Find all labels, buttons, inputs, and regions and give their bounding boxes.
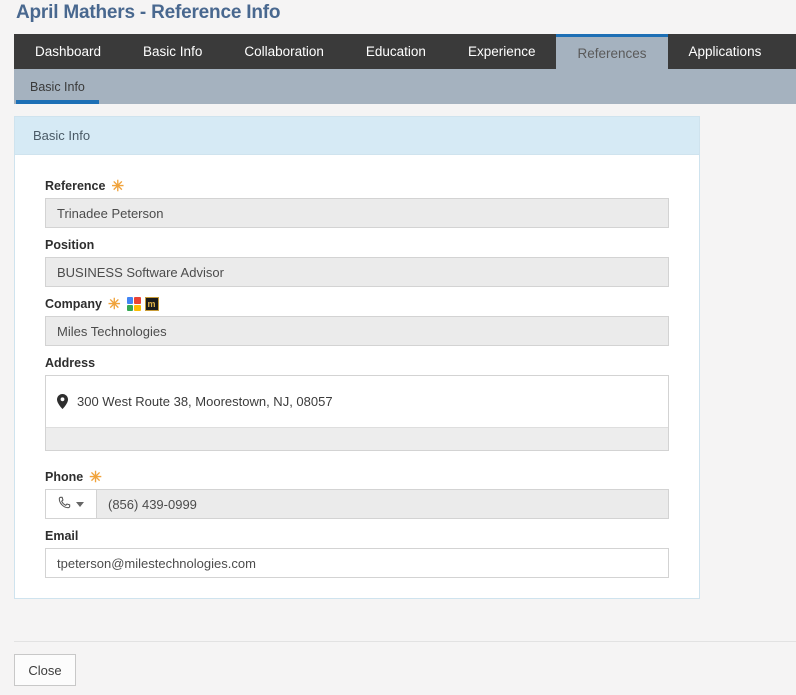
field-phone: Phone ✳ (856) 439-0999: [45, 469, 669, 519]
field-company: Company ✳ m Miles Technologies: [45, 296, 669, 346]
tab-basic-info[interactable]: Basic Info: [122, 34, 224, 69]
manta-directory-icon[interactable]: m: [144, 297, 159, 311]
reference-value: Trinadee Peterson: [57, 205, 164, 221]
google-icon-square-blue: [126, 297, 134, 304]
label-text: Email: [45, 529, 79, 543]
position-input[interactable]: BUSINESS Software Advisor: [45, 257, 669, 287]
google-icon-square-red: [134, 297, 141, 304]
tab-references[interactable]: References: [556, 34, 668, 69]
tab-dashboard[interactable]: Dashboard: [14, 34, 123, 69]
subtab-label: Basic Info: [30, 79, 85, 94]
field-address: Address 300 West Route 38, Moorestown, N…: [45, 355, 669, 451]
tab-label: Experience: [467, 44, 536, 59]
tab-label: Education: [365, 44, 426, 59]
subtab-basic-info[interactable]: Basic Info: [14, 69, 101, 104]
address-line: 300 West Route 38, Moorestown, NJ, 08057: [46, 376, 668, 427]
email-value: tpeterson@milestechnologies.com: [57, 555, 256, 571]
position-value: BUSINESS Software Advisor: [57, 264, 224, 280]
tab-label: Applications: [688, 44, 762, 59]
label-text: Phone: [45, 470, 84, 484]
email-input[interactable]: tpeterson@milestechnologies.com: [45, 548, 669, 578]
tab-education[interactable]: Education: [344, 34, 447, 69]
tab-collaboration[interactable]: Collaboration: [223, 34, 345, 69]
primary-tab-bar: Dashboard Basic Info Collaboration Educa…: [14, 34, 796, 69]
phone-type-dropdown[interactable]: [45, 489, 96, 519]
phone-input-group: (856) 439-0999: [45, 489, 669, 519]
panel-header: Basic Info: [15, 117, 699, 155]
required-asterisk-icon: ✳: [107, 296, 121, 313]
label-text: Company: [45, 297, 102, 311]
google-icon-square-yellow: [134, 304, 141, 311]
tab-label: Basic Info: [143, 44, 203, 59]
google-icon-square-green: [126, 304, 134, 311]
footer-divider: [14, 641, 796, 642]
map-pin-icon: [57, 394, 68, 409]
required-asterisk-icon: ✳: [89, 469, 102, 486]
reference-info-panel: Basic Info Reference ✳ Trinadee Peterson…: [14, 116, 700, 599]
chevron-down-icon: [76, 501, 84, 507]
company-input[interactable]: Miles Technologies: [45, 316, 669, 346]
tab-label: Collaboration: [244, 44, 324, 59]
tab-applications[interactable]: Applications: [667, 34, 783, 69]
address-box[interactable]: 300 West Route 38, Moorestown, NJ, 08057: [45, 375, 669, 451]
label-text: Address: [45, 356, 96, 370]
field-reference: Reference ✳ Trinadee Peterson: [45, 178, 669, 228]
panel-header-label: Basic Info: [33, 128, 91, 143]
required-asterisk-icon: ✳: [111, 178, 125, 195]
label-text: Reference: [45, 179, 106, 193]
panel-body: Reference ✳ Trinadee Peterson Position B…: [15, 155, 699, 598]
field-company-label: Company ✳ m: [45, 296, 669, 312]
field-position: Position BUSINESS Software Advisor: [45, 237, 669, 287]
close-button[interactable]: Close: [14, 654, 76, 686]
secondary-tab-bar: Basic Info: [14, 69, 796, 104]
tab-label: References: [577, 45, 647, 61]
label-text: Position: [45, 238, 95, 252]
phone-value: (856) 439-0999: [108, 496, 197, 512]
field-email: Email tpeterson@milestechnologies.com: [45, 528, 669, 578]
field-phone-label: Phone ✳: [45, 469, 669, 485]
page-title: April Mathers - Reference Info: [16, 2, 281, 23]
google-search-icon[interactable]: [126, 297, 141, 311]
field-address-label: Address: [45, 355, 669, 371]
company-value: Miles Technologies: [57, 323, 167, 339]
tab-experience[interactable]: Experience: [446, 34, 557, 69]
field-reference-label: Reference ✳: [45, 178, 669, 194]
field-email-label: Email: [45, 528, 669, 544]
address-footer-bar: [46, 427, 668, 450]
phone-handset-icon: [58, 496, 71, 512]
field-position-label: Position: [45, 237, 669, 253]
address-value: 300 West Route 38, Moorestown, NJ, 08057: [77, 394, 333, 409]
company-lookup-icons: m: [126, 297, 159, 311]
reference-input[interactable]: Trinadee Peterson: [45, 198, 669, 228]
tab-label: Dashboard: [35, 44, 102, 59]
phone-input[interactable]: (856) 439-0999: [96, 489, 669, 519]
